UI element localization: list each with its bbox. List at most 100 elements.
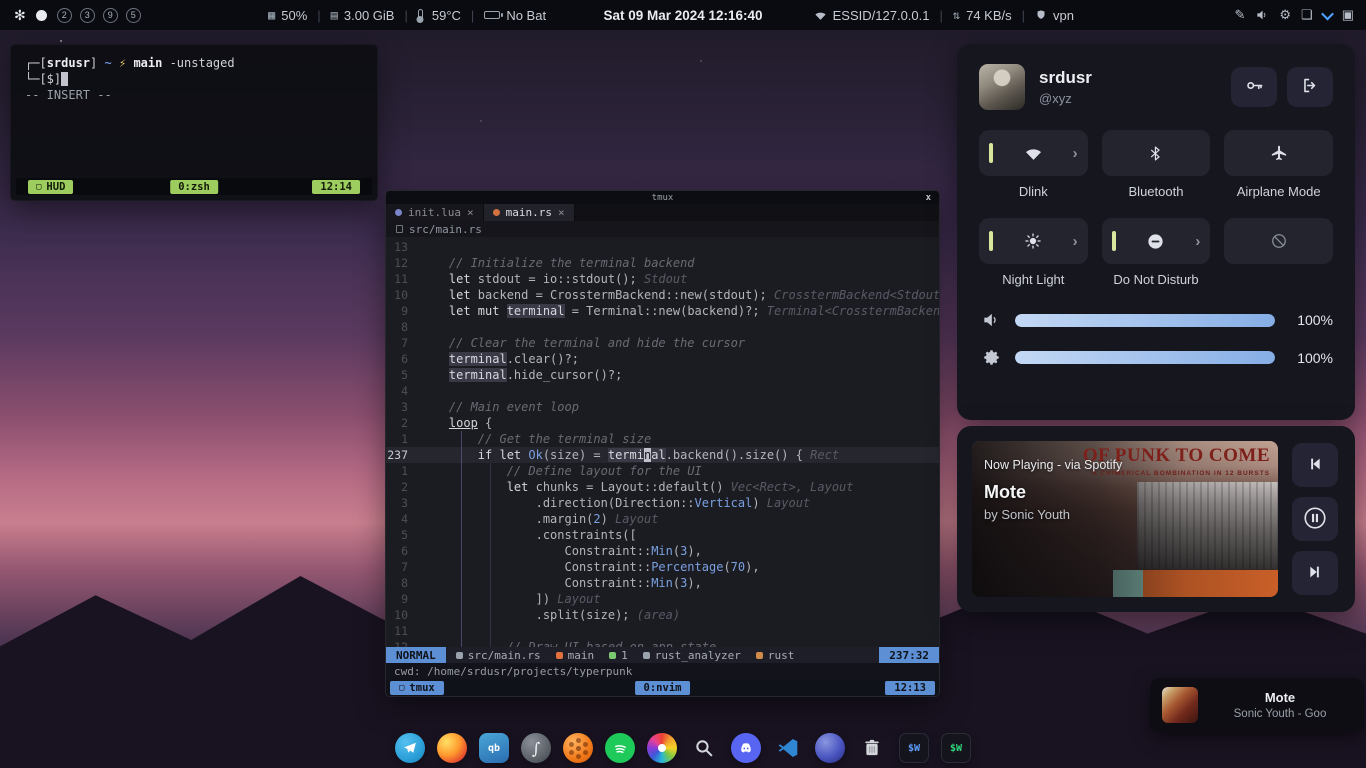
- dock-magnifier-icon[interactable]: [689, 733, 719, 763]
- dock-vscode-icon[interactable]: [773, 733, 803, 763]
- vpn-stat[interactable]: vpn: [1035, 8, 1074, 23]
- code-line: 9 ]) Layout: [386, 591, 939, 607]
- code-line: 13: [386, 239, 939, 255]
- statusline-lsp: rust_analyzer: [643, 649, 741, 662]
- zsh-session-badge[interactable]: 0:zsh: [170, 180, 218, 194]
- filetype-icon: [493, 209, 500, 216]
- next-track-button[interactable]: [1292, 551, 1338, 595]
- vpn-shield-icon: [1035, 9, 1047, 21]
- code-area[interactable]: 1312 // Initialize the terminal backend 1…: [386, 237, 939, 647]
- code-line: 8: [386, 319, 939, 335]
- toggle-label: Bluetooth: [1102, 184, 1211, 200]
- tab-close-icon[interactable]: ×: [467, 206, 474, 219]
- speaker-slider[interactable]: 100%: [979, 310, 1333, 330]
- dock-photos-icon[interactable]: [647, 733, 677, 763]
- dock-qutebrowser-icon[interactable]: qb: [479, 733, 509, 763]
- chevron-right-icon[interactable]: ›: [1073, 233, 1078, 250]
- active-workspace-indicator[interactable]: [36, 10, 47, 21]
- editor-window[interactable]: tmux x init.lua×main.rs× src/main.rs 131…: [385, 190, 940, 697]
- launcher-icon[interactable]: ✻: [14, 7, 26, 24]
- toggle-blocked[interactable]: [1224, 218, 1333, 264]
- brightness-slider[interactable]: 100%: [979, 348, 1333, 367]
- notification[interactable]: Mote Sonic Youth - Goo: [1150, 678, 1364, 732]
- dock-firefox-icon[interactable]: [437, 733, 467, 763]
- keyring-button[interactable]: [1231, 67, 1277, 107]
- line-number: 1: [386, 431, 420, 447]
- code-line: 7 // Clear the terminal and hide the cur…: [386, 335, 939, 351]
- slider-track[interactable]: [1015, 314, 1275, 327]
- toggle-airplane-mode[interactable]: [1224, 130, 1333, 176]
- hud-label: HUD: [46, 181, 65, 193]
- dock-wezterm-blue-icon[interactable]: $W: [899, 733, 929, 763]
- tmux-time-badge: 12:13: [885, 681, 935, 695]
- memory-value: 3.00 GiB: [344, 8, 395, 23]
- toggle-do-not-disturb[interactable]: ›: [1102, 218, 1211, 264]
- workspace-button[interactable]: 5: [126, 8, 141, 23]
- cpu-value: 50%: [281, 8, 307, 23]
- nvim-window-badge[interactable]: 0:nvim: [635, 681, 691, 695]
- separator: |: [404, 8, 407, 23]
- dock-trash-icon[interactable]: [857, 733, 887, 763]
- active-indicator: [989, 231, 993, 251]
- logout-button[interactable]: [1287, 67, 1333, 107]
- code-line: 1 // Get the terminal size: [386, 431, 939, 447]
- chevron-down-icon[interactable]: [1323, 11, 1332, 20]
- terminal-status-bar: ▢HUD 0:zsh 12:14: [16, 178, 372, 195]
- toggle-label: [1224, 272, 1333, 288]
- dock-telegram-icon[interactable]: [395, 733, 425, 763]
- window-close-button[interactable]: x: [926, 193, 931, 203]
- clipboard-icon[interactable]: ❏: [1301, 7, 1313, 23]
- tab-close-icon[interactable]: ×: [558, 206, 565, 219]
- user-handle: @xyz: [1039, 91, 1092, 106]
- workspace-button[interactable]: 3: [80, 8, 95, 23]
- track-title: Mote: [984, 482, 1026, 503]
- terminal-lines[interactable]: ┌─[srdusr] ~ ⚡ main -unstaged└─[$] -- IN…: [11, 45, 377, 113]
- tmux-badge[interactable]: ▢tmux: [390, 681, 444, 695]
- dock-wezterm-green-icon[interactable]: $W: [941, 733, 971, 763]
- brightness-icon: [979, 348, 1003, 367]
- media-player: OF PUNK TO COME A CHIMERICAL BOMBINATION…: [957, 426, 1355, 612]
- window-title: tmux: [652, 193, 674, 203]
- wifi-stat[interactable]: ESSID/127.0.0.1: [814, 8, 930, 23]
- separator: |: [471, 8, 474, 23]
- pause-button[interactable]: [1292, 497, 1338, 541]
- hud-badge[interactable]: ▢HUD: [28, 180, 73, 194]
- tray-monitor-icon[interactable]: ▣: [1342, 7, 1354, 23]
- pen-icon[interactable]: ✎: [1234, 7, 1245, 23]
- chevron-right-icon[interactable]: ›: [1073, 145, 1078, 162]
- tab-init.lua[interactable]: init.lua×: [386, 204, 484, 221]
- temperature-icon: [418, 9, 423, 21]
- toggle-dlink[interactable]: ›: [979, 130, 1088, 176]
- terminal-window[interactable]: ┌─[srdusr] ~ ⚡ main -unstaged└─[$] -- IN…: [10, 44, 378, 201]
- tab-main.rs[interactable]: main.rs ×: [484, 204, 575, 221]
- profile-section: srdusr @xyz: [979, 64, 1333, 110]
- previous-track-button[interactable]: [1292, 443, 1338, 487]
- dock-gray-hook-icon[interactable]: ∫: [521, 733, 551, 763]
- slider-track[interactable]: [1015, 351, 1275, 364]
- dock-orange-dots-icon[interactable]: [563, 733, 593, 763]
- dock-spotify-icon[interactable]: [605, 733, 635, 763]
- toggle-night-light[interactable]: ›: [979, 218, 1088, 264]
- separator: |: [1022, 8, 1025, 23]
- workspace-button[interactable]: 2: [57, 8, 72, 23]
- gear-icon[interactable]: ⚙: [1279, 7, 1291, 23]
- code-line: 12 // Initialize the terminal backend: [386, 255, 939, 271]
- separator: |: [317, 8, 320, 23]
- clock[interactable]: Sat 09 Mar 2024 12:16:40: [603, 0, 762, 30]
- chevron-right-icon[interactable]: ›: [1195, 233, 1200, 250]
- workspace-button[interactable]: 9: [103, 8, 118, 23]
- tab-label: main.rs: [506, 206, 552, 219]
- volume-icon[interactable]: [1255, 8, 1269, 22]
- toggle-label: Dlink: [979, 184, 1088, 200]
- line-number: 13: [386, 239, 420, 255]
- dock-discord-icon[interactable]: [731, 733, 761, 763]
- line-number: 8: [386, 319, 420, 335]
- updown-icon: ⇅: [953, 8, 960, 22]
- code-line: 12 // Draw UI based on app state: [386, 639, 939, 647]
- slider-value: 100%: [1287, 312, 1333, 328]
- toggle-bluetooth[interactable]: [1102, 130, 1211, 176]
- code-line: 6 terminal.clear()?;: [386, 351, 939, 367]
- cpu-icon: ▦: [268, 8, 275, 22]
- airplane-icon: [1270, 144, 1288, 162]
- dock-indigo-orb-icon[interactable]: [815, 733, 845, 763]
